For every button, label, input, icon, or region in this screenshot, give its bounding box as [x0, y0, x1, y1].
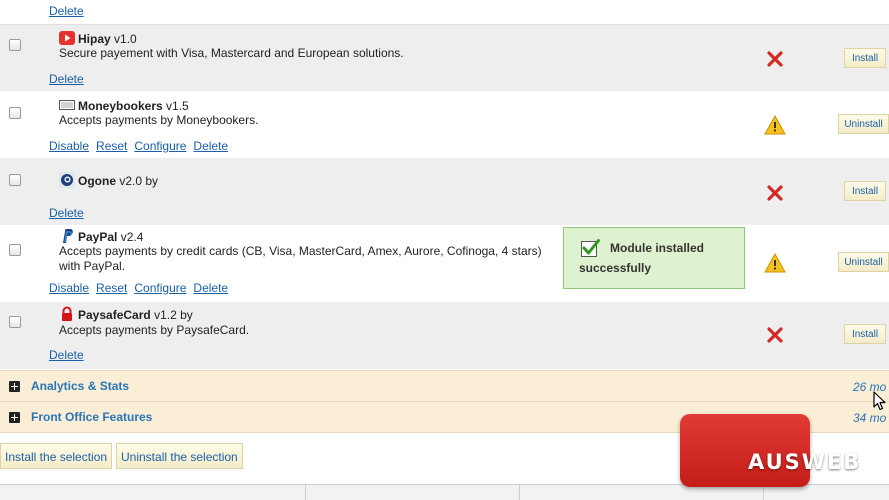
- moneybookers-logo-icon: [59, 100, 75, 110]
- module-title: Moneybookers v1.5: [59, 97, 189, 113]
- module-version: v1.0: [114, 32, 137, 46]
- module-links: Disable Reset Configure Delete: [49, 139, 235, 153]
- module-version: v1.2 by: [154, 308, 193, 322]
- install-selection-button[interactable]: Install the selection: [0, 443, 113, 469]
- module-row-ogone: Ogone v2.0 by Delete Install: [0, 158, 889, 225]
- module-description: Accepts payments by PaysafeCard.: [59, 323, 250, 337]
- module-row-top: Delete: [0, 0, 889, 24]
- configure-link[interactable]: Configure: [134, 281, 186, 295]
- module-version: v2.4: [120, 230, 144, 244]
- disable-link[interactable]: Disable: [49, 281, 89, 295]
- uninstall-button[interactable]: Uninstall: [838, 114, 889, 134]
- module-row-paypal: PayPal v2.4 Accepts payments by credit c…: [0, 225, 889, 302]
- module-links: Delete: [49, 206, 91, 220]
- module-name: PayPal: [78, 230, 118, 244]
- reset-link[interactable]: Reset: [96, 139, 127, 153]
- module-description-continued: with PayPal.: [59, 259, 126, 273]
- module-row-paysafecard: PaysafeCard v1.2 by Accepts payments by …: [0, 302, 889, 369]
- delete-link[interactable]: Delete: [49, 206, 84, 220]
- uninstall-button[interactable]: Uninstall: [838, 252, 889, 272]
- module-description: Accepts payments by Moneybookers.: [59, 113, 259, 127]
- delete-link[interactable]: Delete: [49, 4, 84, 18]
- category-count: 34 mo: [853, 411, 887, 425]
- paysafecard-lock-icon: [62, 306, 72, 321]
- module-checkbox[interactable]: [9, 316, 21, 328]
- warning-triangle-icon: [764, 253, 786, 273]
- category-analytics-stats[interactable]: Analytics & Stats 26 mo: [0, 370, 889, 401]
- module-links: Delete: [49, 4, 91, 18]
- module-name: Moneybookers: [78, 99, 163, 113]
- hipay-logo-icon: [59, 31, 75, 45]
- expand-plus-icon[interactable]: [9, 381, 20, 392]
- module-checkbox[interactable]: [9, 107, 21, 119]
- module-title: PayPal v2.4: [59, 228, 143, 244]
- uninstall-selection-button[interactable]: Uninstall the selection: [116, 443, 243, 469]
- strip-segment: [0, 485, 306, 500]
- module-links: Delete: [49, 72, 91, 86]
- configure-link[interactable]: Configure: [134, 139, 186, 153]
- success-notice: Module installed successfully: [563, 227, 745, 289]
- delete-link[interactable]: Delete: [193, 281, 228, 295]
- category-label[interactable]: Analytics & Stats: [31, 379, 129, 393]
- module-description: Accepts payments by credit cards (CB, Vi…: [59, 244, 542, 258]
- notice-text-line2: successfully: [579, 261, 652, 275]
- ausweb-watermark-text: AUSWEB: [748, 450, 862, 474]
- ogone-logo-icon: [59, 172, 75, 188]
- module-checkbox[interactable]: [9, 174, 21, 186]
- install-button[interactable]: Install: [844, 181, 886, 201]
- green-check-icon: [581, 239, 600, 257]
- install-button[interactable]: Install: [844, 48, 886, 68]
- module-description: Secure payement with Visa, Mastercard an…: [59, 46, 404, 60]
- module-title: PaysafeCard v1.2 by: [59, 306, 193, 322]
- module-version: v1.5: [166, 99, 189, 113]
- delete-link[interactable]: Delete: [49, 72, 84, 86]
- module-row-moneybookers: Moneybookers v1.5 Accepts payments by Mo…: [0, 91, 889, 158]
- module-links: Delete: [49, 348, 91, 362]
- module-version: v2.0 by: [119, 174, 159, 188]
- reset-link[interactable]: Reset: [96, 281, 127, 295]
- module-name: Ogone: [78, 174, 116, 188]
- install-button[interactable]: Install: [844, 324, 886, 344]
- module-checkbox[interactable]: [9, 39, 21, 51]
- red-x-icon: [767, 185, 783, 201]
- module-title: Hipay v1.0: [59, 30, 137, 46]
- module-name: Hipay: [78, 32, 111, 46]
- module-links: Disable Reset Configure Delete: [49, 281, 235, 295]
- paypal-logo-icon: [63, 229, 73, 243]
- module-checkbox[interactable]: [9, 244, 21, 256]
- delete-link[interactable]: Delete: [49, 348, 84, 362]
- module-row-hipay: Hipay v1.0 Secure payement with Visa, Ma…: [0, 25, 889, 91]
- module-title: Ogone v2.0 by: [59, 172, 158, 188]
- red-x-icon: [767, 51, 783, 67]
- module-name: PaysafeCard: [78, 308, 151, 322]
- red-x-icon: [767, 327, 783, 343]
- disable-link[interactable]: Disable: [49, 139, 89, 153]
- strip-segment: [519, 485, 764, 500]
- warning-triangle-icon: [764, 115, 786, 135]
- notice-text-line1: Module installed: [610, 241, 705, 255]
- strip-segment: [305, 485, 520, 500]
- delete-link[interactable]: Delete: [193, 139, 228, 153]
- category-label[interactable]: Front Office Features: [31, 410, 152, 424]
- expand-plus-icon[interactable]: [9, 412, 20, 423]
- mouse-cursor-icon: [873, 391, 886, 411]
- module-list-page: Delete Hipay v1.0 Secure payement with V…: [0, 0, 889, 500]
